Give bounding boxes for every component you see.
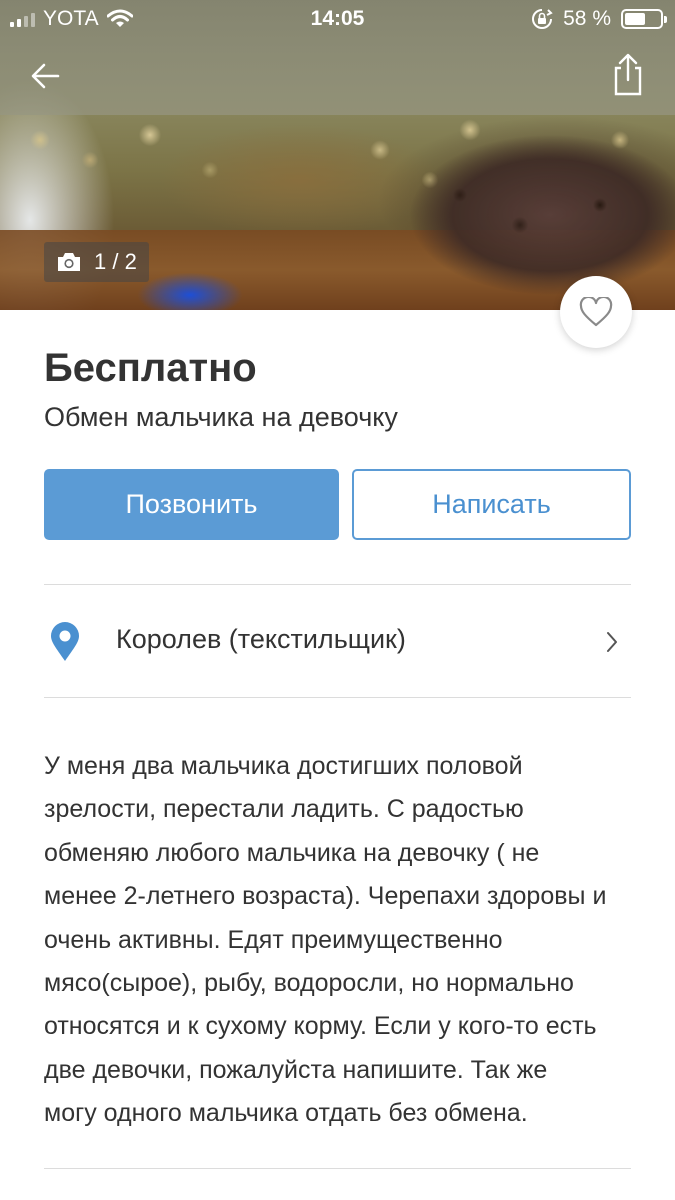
description-line: менее 2-летнего возраста). Черепахи здор… bbox=[44, 882, 607, 911]
description-line: мясо(сырое), рыбу, водоросли, но нормаль… bbox=[44, 969, 574, 998]
write-button[interactable]: Написать bbox=[352, 469, 631, 540]
arrow-left-icon bbox=[31, 63, 60, 89]
divider-bottom bbox=[44, 1168, 631, 1169]
status-right: 58 % bbox=[531, 7, 667, 31]
divider-top bbox=[44, 584, 631, 585]
favorite-button[interactable] bbox=[560, 276, 632, 348]
listing-price: Бесплатно bbox=[44, 346, 257, 390]
divider-middle bbox=[44, 697, 631, 698]
share-button[interactable] bbox=[608, 52, 648, 98]
location-text: Королев (текстильщик) bbox=[116, 624, 406, 654]
description-line: очень активны. Едят преимущественно bbox=[44, 925, 503, 954]
description-line: зрелости, перестали ладить. С радостью bbox=[44, 795, 524, 824]
back-button[interactable] bbox=[28, 58, 68, 94]
photo-counter-text: 1 / 2 bbox=[94, 249, 137, 274]
chevron-right-icon bbox=[607, 632, 617, 652]
listing-description: У меня два мальчика достигших половой зр… bbox=[44, 745, 644, 1136]
description-line: могу одного мальчика отдать без обмена. bbox=[44, 1099, 528, 1128]
status-bar: YOTA 14:05 58 % bbox=[0, 0, 675, 40]
battery-percent: 58 % bbox=[563, 7, 611, 30]
description-line: относятся и к сухому корму. Если у кого-… bbox=[44, 1012, 597, 1041]
location-pin-icon bbox=[51, 622, 79, 661]
listing-title: Обмен мальчика на девочку bbox=[44, 402, 398, 432]
battery-icon bbox=[621, 9, 667, 29]
camera-icon bbox=[58, 253, 80, 271]
location-row[interactable]: Королев (текстильщик) bbox=[44, 586, 631, 697]
call-button[interactable]: Позвонить bbox=[44, 469, 339, 540]
battery-fill bbox=[625, 13, 645, 25]
description-line: две девочки, пожалуйста напишите. Так же bbox=[44, 1055, 548, 1084]
description-line: У меня два мальчика достигших половой bbox=[44, 752, 523, 780]
description-line: обменяю любого мальчика на девочку ( не bbox=[44, 838, 540, 867]
heart-outline-icon bbox=[579, 297, 613, 327]
rotation-lock-icon bbox=[532, 9, 553, 29]
share-icon bbox=[614, 53, 642, 96]
photo-counter: 1 / 2 bbox=[44, 242, 149, 282]
